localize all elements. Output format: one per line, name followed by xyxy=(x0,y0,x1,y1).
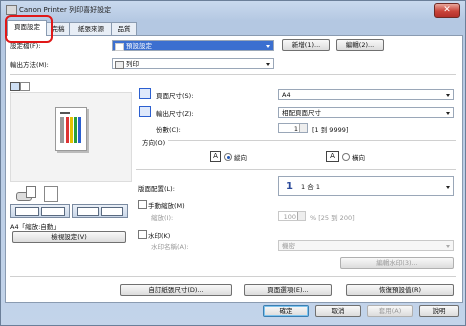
scale-stepper[interactable]: 100 xyxy=(278,211,306,221)
decrement-icon[interactable] xyxy=(299,128,307,132)
watermark-checkbox[interactable] xyxy=(138,230,147,239)
printer-preferences-window: Canon Printer 列印喜好設定 ✕ 頁面設定 完稿 紙張來源 品質 設… xyxy=(0,0,466,326)
chevron-down-icon xyxy=(446,94,450,97)
page-size-select[interactable]: A4 xyxy=(278,89,454,100)
portrait-icon: A xyxy=(210,151,221,162)
portrait-radio[interactable] xyxy=(224,153,232,161)
output-size-label: 輸出尺寸(Z): xyxy=(156,110,194,118)
output-size-select[interactable]: 相配頁面尺寸 xyxy=(278,107,454,118)
custom-paper-size-button[interactable]: 自訂紙張尺寸(D)... xyxy=(120,284,232,296)
preview-mode-icon[interactable] xyxy=(10,82,20,91)
restore-defaults-button[interactable]: 恢復預設值(R) xyxy=(346,284,454,296)
chevron-down-icon xyxy=(446,186,450,189)
manual-scaling-label: 手動縮放(M) xyxy=(148,202,185,210)
highlight-box xyxy=(5,15,53,43)
chevron-down-icon xyxy=(446,245,450,248)
page-layout-number: 1 xyxy=(286,181,293,192)
page-size-value: A4 xyxy=(282,91,291,99)
title-bar: Canon Printer 列印喜好設定 ✕ xyxy=(1,1,465,19)
output-size-value: 相配頁面尺寸 xyxy=(282,109,321,117)
copies-label: 份數(C): xyxy=(156,126,181,134)
page-layout-value: 1 合 1 xyxy=(301,183,320,191)
divider xyxy=(10,276,456,277)
edit-profile-button[interactable]: 編輯(2)... xyxy=(336,39,384,51)
page-size-label: 頁面尺寸(S): xyxy=(156,92,194,100)
preview-layout-icon[interactable] xyxy=(20,82,30,91)
output-method-select[interactable]: 列印 xyxy=(112,58,274,69)
landscape-icon: A xyxy=(326,151,339,162)
close-button[interactable]: ✕ xyxy=(434,3,460,18)
divider xyxy=(136,169,456,170)
page-size-icon xyxy=(139,88,151,99)
color-mode-group[interactable] xyxy=(72,204,128,218)
orientation-divider xyxy=(168,140,456,141)
portrait-label: 縱向 xyxy=(234,154,247,162)
manual-scaling-checkbox[interactable] xyxy=(138,200,147,209)
page-layout-label: 版面配置(L): xyxy=(138,185,175,193)
preview-caption: A4「縮放:自動」 xyxy=(10,223,60,231)
watermark-select[interactable]: 機密 xyxy=(278,240,454,251)
scale-value: 100 xyxy=(283,213,296,221)
page-setup-panel: 設定檔(F): 預設設定 新增(1)... 編輯(2)... 輸出方法(M): … xyxy=(5,35,463,303)
chevron-down-icon xyxy=(266,63,270,66)
tab-quality[interactable]: 品質 xyxy=(111,22,137,35)
watermark-name-label: 水印名稱(A): xyxy=(151,243,189,251)
edit-watermark-button[interactable]: 編輯水印(3)... xyxy=(340,257,454,269)
add-profile-button[interactable]: 新增(1)... xyxy=(282,39,330,51)
help-button[interactable]: 說明 xyxy=(419,305,459,317)
scale-label: 縮放(I): xyxy=(151,214,174,222)
copies-value: 1 xyxy=(293,125,298,133)
landscape-label: 橫向 xyxy=(352,154,365,162)
copies-range: [1 到 9999] xyxy=(312,126,349,134)
orientation-label: 方向(O) xyxy=(142,139,166,147)
copies-stepper[interactable]: 1 xyxy=(278,123,308,133)
chevron-down-icon xyxy=(446,112,450,115)
page-options-button[interactable]: 頁面選項(E)... xyxy=(244,284,332,296)
watermark-value: 機密 xyxy=(282,242,295,250)
duplex-icon xyxy=(44,186,58,202)
print-style-group[interactable] xyxy=(10,204,70,218)
page-layout-select[interactable]: 1 1 合 1 xyxy=(278,176,454,196)
window-title: Canon Printer 列印喜好設定 xyxy=(19,6,112,14)
view-settings-button[interactable]: 檢視設定(V) xyxy=(12,231,126,243)
watermark-label: 水印(K) xyxy=(148,232,171,240)
profile-value: 預設設定 xyxy=(126,42,152,50)
landscape-radio[interactable] xyxy=(342,153,350,161)
scale-range: % [25 到 200] xyxy=(310,214,355,222)
ok-button[interactable]: 確定 xyxy=(263,305,309,317)
page-preview xyxy=(10,92,132,182)
document-preview-icon xyxy=(55,107,87,151)
output-size-icon xyxy=(139,106,151,117)
stapler-icon xyxy=(16,186,36,201)
divider xyxy=(10,74,456,75)
apply-button[interactable]: 套用(A) xyxy=(367,305,413,317)
profile-select[interactable]: 預設設定 xyxy=(112,40,274,51)
cancel-button[interactable]: 取消 xyxy=(315,305,361,317)
printer-icon xyxy=(115,61,124,69)
output-method-value: 列印 xyxy=(126,60,139,68)
profile-icon xyxy=(115,43,124,51)
tab-paper-source[interactable]: 紙張來源 xyxy=(69,22,113,35)
decrement-icon[interactable] xyxy=(297,216,305,220)
output-method-label: 輸出方法(M): xyxy=(10,61,49,69)
chevron-down-icon xyxy=(266,45,270,48)
printer-icon xyxy=(6,5,17,15)
tab-bar: 頁面設定 完稿 紙張來源 品質 xyxy=(5,19,461,36)
